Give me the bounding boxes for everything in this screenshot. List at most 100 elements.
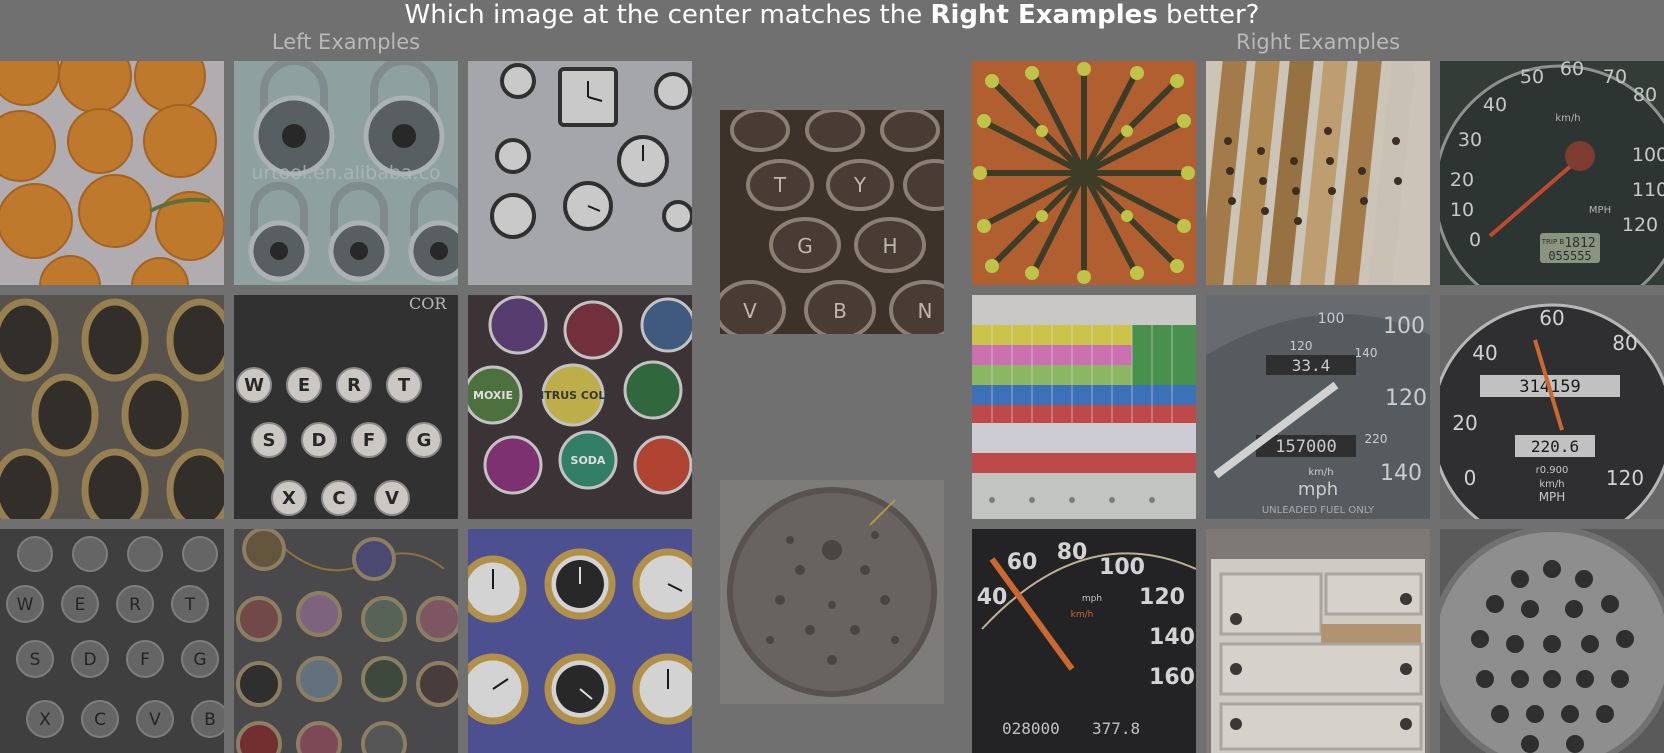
left-example-typewriter-grayscale[interactable]: W E R T S D F G X C V B xyxy=(0,529,224,753)
svg-text:MPH: MPH xyxy=(1589,205,1611,216)
manhole-cover-photo xyxy=(720,480,944,704)
svg-text:60: 60 xyxy=(1007,550,1038,575)
cap-pendants-photo xyxy=(234,529,458,753)
svg-text:V: V xyxy=(743,299,757,323)
svg-text:120: 120 xyxy=(1385,386,1427,411)
question-heading: Which image at the center matches the Ri… xyxy=(0,0,1664,30)
right-example-dresser[interactable] xyxy=(1206,529,1430,753)
svg-text:100: 100 xyxy=(1099,555,1145,580)
svg-text:110: 110 xyxy=(1632,179,1664,201)
dresser-photo xyxy=(1206,529,1430,753)
right-example-pencils[interactable] xyxy=(972,61,1196,285)
svg-text:CITRUS COLA: CITRUS COLA xyxy=(532,389,614,402)
svg-text:157000: 157000 xyxy=(1275,437,1336,457)
svg-text:N: N xyxy=(918,299,933,323)
left-example-cap-pendants[interactable] xyxy=(234,529,458,753)
svg-text:Y: Y xyxy=(853,173,867,197)
svg-text:mph: mph xyxy=(1082,594,1102,604)
svg-text:E: E xyxy=(75,595,86,615)
cubes-photo xyxy=(972,295,1196,519)
svg-text:100: 100 xyxy=(1383,314,1425,339)
svg-text:D: D xyxy=(312,430,327,451)
svg-text:70: 70 xyxy=(1603,66,1627,88)
svg-text:377.8: 377.8 xyxy=(1092,719,1140,738)
svg-text:G: G xyxy=(193,650,206,670)
svg-text:220: 220 xyxy=(1365,432,1388,446)
svg-text:km/h: km/h xyxy=(1308,467,1333,478)
brass-clocks-photo xyxy=(468,529,692,753)
pencils-photo xyxy=(972,61,1196,285)
right-example-speedometer[interactable]: 50 60 70 80 40 30 20 10 0 100 110 120 km… xyxy=(1440,61,1664,285)
svg-text:T: T xyxy=(773,173,787,197)
svg-text:0: 0 xyxy=(1464,466,1477,490)
right-example-odometer-gauge[interactable]: 100 100 120 140 120 220 140 33.4 157000 … xyxy=(1206,295,1430,519)
left-example-typewriter[interactable]: COR W E R T S D F G X C V xyxy=(234,295,458,519)
padlocks-watermark: urtool.en.alibaba.co xyxy=(251,162,440,184)
svg-text:km/h: km/h xyxy=(1555,113,1580,124)
typewriter-closeup-photo: T Y G H V B N xyxy=(720,110,944,334)
left-example-brass-clocks[interactable] xyxy=(468,529,692,753)
flutes-photo xyxy=(1206,61,1430,285)
svg-text:SODA: SODA xyxy=(571,454,606,467)
svg-text:C: C xyxy=(94,710,106,730)
svg-text:mph: mph xyxy=(1298,479,1338,500)
svg-text:20: 20 xyxy=(1452,411,1477,435)
right-examples-label: Right Examples xyxy=(1235,30,1401,54)
svg-text:V: V xyxy=(149,710,161,730)
svg-text:50: 50 xyxy=(1520,66,1544,88)
svg-text:120: 120 xyxy=(1290,339,1313,353)
svg-text:100: 100 xyxy=(1318,311,1345,327)
svg-text:40: 40 xyxy=(1472,341,1497,365)
left-example-wall-clocks[interactable] xyxy=(468,61,692,285)
speedometer-photo: 50 60 70 80 40 30 20 10 0 100 110 120 km… xyxy=(1440,61,1664,285)
svg-text:C: C xyxy=(332,488,345,509)
left-example-brass-plaques[interactable] xyxy=(0,295,224,519)
right-example-speedometer-counter[interactable]: 60 40 20 0 80 120 314159 220.6 r0.900 km… xyxy=(1440,295,1664,519)
bottle-caps-photo: CITRUS COLA MOXIE SODA xyxy=(468,295,692,519)
svg-text:H: H xyxy=(882,234,897,258)
svg-text:S: S xyxy=(263,430,276,451)
svg-text:60: 60 xyxy=(1560,61,1584,80)
svg-text:028000: 028000 xyxy=(1002,719,1060,738)
left-example-padlocks[interactable]: urtool.en.alibaba.co xyxy=(234,61,458,285)
svg-text:140: 140 xyxy=(1355,346,1378,360)
svg-text:R: R xyxy=(347,375,361,396)
svg-text:R: R xyxy=(129,595,141,615)
svg-text:120: 120 xyxy=(1622,214,1658,236)
left-example-oranges[interactable] xyxy=(0,61,224,285)
left-examples-label: Left Examples xyxy=(271,30,421,54)
svg-text:MPH: MPH xyxy=(1539,490,1566,504)
svg-text:W: W xyxy=(244,375,264,396)
svg-text:UNLEADED FUEL ONLY: UNLEADED FUEL ONLY xyxy=(1262,505,1375,516)
svg-text:30: 30 xyxy=(1458,129,1482,151)
center-candidate-typewriter[interactable]: T Y G H V B N xyxy=(720,110,944,334)
svg-text:T: T xyxy=(184,595,196,615)
left-example-bottle-caps[interactable]: CITRUS COLA MOXIE SODA xyxy=(468,295,692,519)
svg-text:T: T xyxy=(398,375,411,396)
brass-plaques-photo xyxy=(0,295,224,519)
svg-text:220.6: 220.6 xyxy=(1531,437,1579,456)
svg-text:MOXIE: MOXIE xyxy=(473,389,513,402)
oranges-photo xyxy=(0,61,224,285)
right-example-speedometer-closeup[interactable]: 40 60 80 100 120 140 160 mph km/h 028000… xyxy=(972,529,1196,753)
svg-text:140: 140 xyxy=(1149,625,1195,650)
svg-text:60: 60 xyxy=(1539,306,1564,330)
svg-text:0: 0 xyxy=(1469,229,1481,251)
svg-text:100: 100 xyxy=(1632,144,1664,166)
svg-text:140: 140 xyxy=(1380,461,1422,486)
center-candidate-manhole[interactable] xyxy=(720,480,944,704)
svg-text:055555: 055555 xyxy=(1548,249,1591,263)
svg-text:X: X xyxy=(282,488,296,509)
svg-text:80: 80 xyxy=(1612,331,1637,355)
right-example-flutes[interactable] xyxy=(1206,61,1430,285)
svg-text:G: G xyxy=(417,430,432,451)
svg-text:33.4: 33.4 xyxy=(1292,356,1331,375)
right-example-speaker-grille[interactable] xyxy=(1440,529,1664,753)
svg-text:B: B xyxy=(833,299,847,323)
right-example-cubes[interactable] xyxy=(972,295,1196,519)
svg-text:10: 10 xyxy=(1450,199,1474,221)
svg-text:km/h: km/h xyxy=(1071,610,1094,620)
svg-text:G: G xyxy=(797,234,813,258)
svg-text:D: D xyxy=(83,650,96,670)
svg-text:120: 120 xyxy=(1139,585,1185,610)
